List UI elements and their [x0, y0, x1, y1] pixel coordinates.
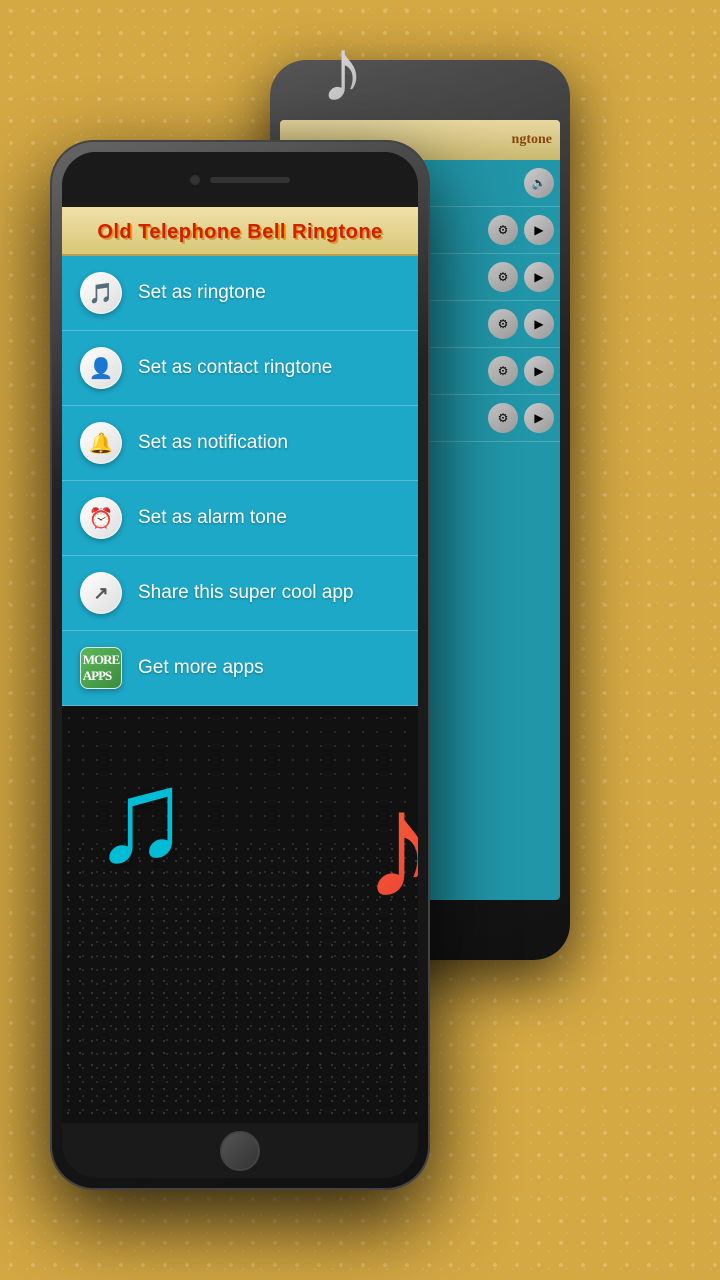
notification-label: Set as notification: [138, 432, 288, 454]
app-container: Old Telephone Bell Ringtone 🎵 Set as rin…: [62, 207, 418, 1123]
back-play-icon-2: ▶: [524, 262, 554, 292]
alarm-icon: ⏰: [80, 497, 122, 539]
phone-top-bar: [62, 152, 418, 207]
back-gear-icon-1: ⚙: [488, 215, 518, 245]
screen-content: Old Telephone Bell Ringtone 🎵 Set as rin…: [62, 207, 418, 1123]
ringtone-icon: 🎵: [80, 272, 122, 314]
back-play-icon-3: ▶: [524, 309, 554, 339]
phone-main-inner: Old Telephone Bell Ringtone 🎵 Set as rin…: [62, 152, 418, 1178]
back-gear-icon-2: ⚙: [488, 262, 518, 292]
alarm-label: Set as alarm tone: [138, 507, 287, 529]
phone-main: Old Telephone Bell Ringtone 🎵 Set as rin…: [50, 140, 430, 1190]
contact-ringtone-icon: 👤: [80, 347, 122, 389]
menu-item-notification[interactable]: 🔔 Set as notification: [62, 406, 418, 481]
ringtone-label: Set as ringtone: [138, 282, 266, 304]
bottom-decorative-area: ♪ ♫ ♪: [62, 843, 418, 1123]
back-gear-icon-3: ⚙: [488, 309, 518, 339]
more-apps-icon: MOREAPPS: [80, 647, 122, 689]
cyan-note-icon: ♫: [92, 743, 190, 893]
back-volume-icon: 🔊: [524, 168, 554, 198]
menu-list: 🎵 Set as ringtone 👤 Set as contact ringt…: [62, 256, 418, 706]
menu-item-share[interactable]: ↗ Share this super cool app: [62, 556, 418, 631]
app-title: Old Telephone Bell Ringtone: [78, 221, 402, 244]
home-button[interactable]: [220, 1131, 260, 1171]
menu-item-alarm[interactable]: ⏰ Set as alarm tone: [62, 481, 418, 556]
back-play-icon-4: ▶: [524, 356, 554, 386]
notification-icon: 🔔: [80, 422, 122, 464]
share-icon: ↗: [80, 572, 122, 614]
menu-item-more-apps[interactable]: MOREAPPS Get more apps: [62, 631, 418, 706]
back-play-icon-1: ▶: [524, 215, 554, 245]
back-gear-icon-5: ⚙: [488, 403, 518, 433]
app-title-bar: Old Telephone Bell Ringtone: [62, 207, 418, 256]
menu-item-contact-ringtone[interactable]: 👤 Set as contact ringtone: [62, 331, 418, 406]
back-gear-icon-4: ⚙: [488, 356, 518, 386]
back-play-icon-5: ▶: [524, 403, 554, 433]
camera-dot: [190, 175, 200, 185]
red-note-icon: ♪: [363, 761, 418, 933]
phone-back-title: ngtone: [512, 132, 552, 148]
menu-item-ringtone[interactable]: 🎵 Set as ringtone: [62, 256, 418, 331]
contact-ringtone-label: Set as contact ringtone: [138, 357, 332, 379]
phone-bottom-bar: [62, 1123, 418, 1178]
speaker-bar: [210, 177, 290, 183]
share-label: Share this super cool app: [138, 582, 353, 604]
more-apps-label: Get more apps: [138, 657, 264, 679]
